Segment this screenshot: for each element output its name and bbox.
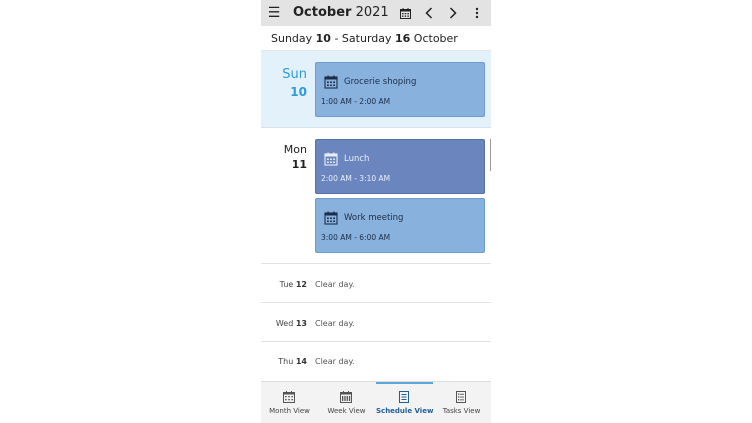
day-name: Tue [279,280,294,289]
calendar-icon [324,75,338,89]
day-label: Thu 14 [278,357,307,366]
event-time: 2:00 AM - 3:10 AM [321,174,391,183]
list-item[interactable]: Tue 12 Clear day. [261,265,491,303]
event-title: Lunch [344,154,370,164]
tab-label: Schedule View [376,407,434,415]
calendar-app: ☰ October 2021 Sunday 10 - Saturday 16 O… [261,0,491,423]
day-block-mon: Mon 11 Lunch 2:00 AM - 3:10 AM Work meet… [261,129,491,264]
day-block-sun: Sun 10 Grocerie shoping 1:00 AM - 2:00 A… [261,51,491,128]
day-number[interactable]: 10 [290,85,307,99]
month-calendar-icon [283,391,295,403]
tab-label: Month View [269,407,310,415]
list-item[interactable]: Wed 13 Clear day. [261,304,491,342]
calendar-icon[interactable] [397,0,413,26]
range-start-day: 10 [315,32,331,45]
range-start-prefix: Sunday [271,32,316,45]
tab-month-view[interactable]: Month View [261,382,318,423]
day-number: 12 [295,280,307,289]
day-label: Tue 12 [280,280,307,289]
event-title: Grocerie shoping [344,77,417,87]
hamburger-menu-icon[interactable]: ☰ [265,0,283,26]
tab-label: Tasks View [442,407,481,415]
tasks-list-icon [456,391,466,403]
calendar-icon [324,152,338,166]
range-end-suffix: October [410,32,458,45]
list-item[interactable]: Thu 14 Clear day. [261,342,491,380]
tab-week-view[interactable]: Week View [318,382,375,423]
event-title: Work meeting [344,213,404,223]
tab-label: Week View [327,407,366,415]
month-title: October 2021 [293,0,389,26]
more-vertical-icon[interactable] [469,0,485,26]
clear-day-text: Clear day. [315,357,355,366]
day-number: 14 [295,357,307,366]
year-label: 2021 [355,5,389,20]
schedule-list-icon [399,391,409,403]
chevron-left-icon[interactable] [421,0,437,26]
date-range-label: Sunday 10 - Saturday 16 October [261,26,491,51]
range-separator: - Saturday [330,32,395,45]
clear-day-text: Clear day. [315,280,355,289]
event-card[interactable]: Lunch 2:00 AM - 3:10 AM [315,139,485,194]
tab-tasks-view[interactable]: Tasks View [433,382,490,423]
month-label: October [293,5,352,20]
tab-schedule-view[interactable]: Schedule View [376,382,433,423]
chevron-right-icon[interactable] [445,0,461,26]
week-calendar-icon [340,391,352,403]
day-label: Wed 13 [276,319,307,328]
range-end-day: 16 [395,32,411,45]
event-card[interactable]: Work meeting 3:00 AM - 6:00 AM [315,198,485,253]
event-time: 3:00 AM - 6:00 AM [321,233,391,242]
day-name: Thu [278,357,294,366]
clear-day-text: Clear day. [315,319,355,328]
event-time: 1:00 AM - 2:00 AM [321,97,391,106]
scrollbar[interactable] [490,139,491,171]
day-number[interactable]: 11 [292,158,307,171]
day-name: Mon [283,143,307,156]
calendar-icon [324,211,338,225]
day-name: Wed [275,319,294,328]
day-number: 13 [295,319,307,328]
bottom-navigation: Month View Week View Schedule View Tasks… [261,381,491,423]
top-app-bar: ☰ October 2021 [261,0,491,26]
event-card[interactable]: Grocerie shoping 1:00 AM - 2:00 AM [315,62,485,117]
day-name: Sun [282,67,307,82]
